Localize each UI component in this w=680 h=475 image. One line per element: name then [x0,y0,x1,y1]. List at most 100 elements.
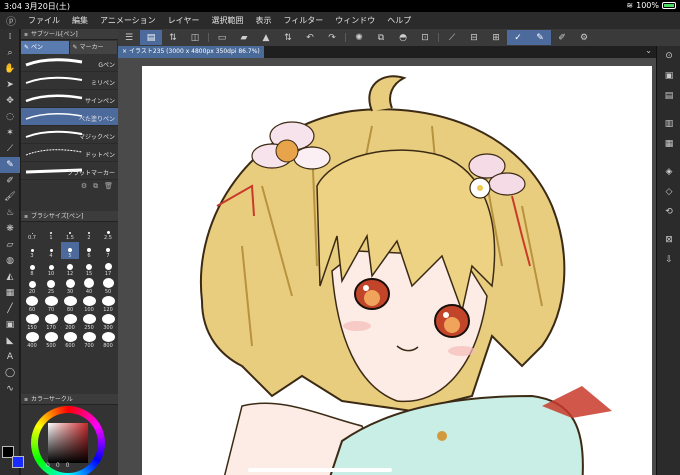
ruler-tool-icon[interactable]: ◣ [0,333,20,349]
new-document-icon[interactable]: ▭ [211,30,233,45]
transform-icon[interactable]: ⊡ [414,30,436,45]
import-icon[interactable]: ⇩ [657,250,680,270]
stepper-icon[interactable]: ⇅ [162,30,184,45]
hand-icon[interactable]: ✋ [0,61,20,77]
menu-selection[interactable]: 選択範囲 [205,15,249,26]
brush-size-option[interactable]: 120 [99,296,117,313]
transform-panel-icon[interactable]: ⊠ [657,230,680,250]
gradient-icon[interactable]: ▦ [0,285,20,301]
chevron-down-icon[interactable]: ⌄ [645,46,652,55]
brush-size-option[interactable]: 400 [23,332,41,349]
fill-bucket-icon[interactable]: ◭ [0,269,20,285]
brush-size-option[interactable]: 40 [80,278,98,295]
airbrush-icon[interactable]: ♨ [0,205,20,221]
brush-size-option[interactable]: 8 [23,260,41,277]
material-icon[interactable]: ▥ [657,114,680,134]
copy-layer-icon[interactable]: ⧉ [370,30,392,45]
brush-size-option[interactable]: 20 [23,278,41,295]
brush-size-option[interactable]: 50 [99,278,117,295]
eraser-icon[interactable]: ▱ [0,237,20,253]
brush-size-option[interactable]: 0.7 [23,224,41,241]
brush-size-option[interactable]: 1.5 [61,224,79,241]
drawing-canvas[interactable] [142,66,652,475]
layer-search-icon[interactable]: ◇ [657,182,680,202]
brush-size-option[interactable]: 80 [61,296,79,313]
sub-view-icon[interactable]: ▣ [657,66,680,86]
brush-size-option[interactable]: 30 [61,278,79,295]
stabilizer-icon[interactable]: ✓ [507,30,529,45]
layers-icon[interactable]: ◈ [657,162,680,182]
menu-filter[interactable]: フィルター [277,15,329,26]
pen-pressure-icon[interactable]: ✎ [529,30,551,45]
hamburger-menu-icon[interactable]: ☰ [118,30,140,45]
figure-icon[interactable]: ╱ [0,301,20,317]
sub-color-swatch[interactable] [12,456,24,468]
blend-icon[interactable]: ◍ [0,253,20,269]
brush-size-option[interactable]: 15 [80,260,98,277]
loading-icon[interactable]: ✺ [348,30,370,45]
undo-icon[interactable]: ↶ [299,30,321,45]
brush-item[interactable]: マジックペン [21,126,118,144]
brush-size-option[interactable]: 600 [61,332,79,349]
brush-size-option[interactable]: 250 [80,314,98,331]
brush-size-option[interactable]: 2.5 [99,224,117,241]
brush-item[interactable]: Gペン [21,54,118,72]
brush-size-option[interactable]: 5 [61,242,79,259]
brush-size-option[interactable]: 1 [42,224,60,241]
tool-property-icon[interactable]: ▦ [657,134,680,154]
decoration-icon[interactable]: ❋ [0,221,20,237]
eyedropper-icon[interactable]: ⟋ [0,141,20,157]
toggle-view-icon[interactable]: ◫ [184,30,206,45]
settings-icon[interactable]: ⚙ [573,30,595,45]
brush-item-selected[interactable]: べた塗りペン [21,108,118,126]
brush-icon[interactable]: 🖌 [0,189,20,205]
grid-snap-icon[interactable]: ⊞ [485,30,507,45]
brush-size-option[interactable]: 150 [23,314,41,331]
pencil-icon[interactable]: ✐ [0,173,20,189]
frame-icon[interactable]: ▣ [0,317,20,333]
menu-edit[interactable]: 編集 [66,15,94,26]
correct-line-icon[interactable]: ∿ [0,381,20,397]
quick-access-icon[interactable]: ▤ [140,30,162,45]
navigator-icon[interactable]: ⊙ [657,46,680,66]
fill-icon[interactable]: ◓ [392,30,414,45]
brush-size-option[interactable]: 4 [42,242,60,259]
brush-size-option[interactable]: 12 [61,260,79,277]
brush-size-option[interactable]: 6 [80,242,98,259]
canvas-area[interactable] [118,58,656,475]
settings-icon[interactable]: ⚙ [81,182,87,190]
brush-size-option[interactable]: 10 [42,260,60,277]
redo-icon[interactable]: ↷ [321,30,343,45]
home-indicator[interactable] [248,468,392,472]
app-logo-icon[interactable]: ⓟ [0,13,22,28]
saturation-value-square[interactable] [48,423,88,463]
brush-size-option[interactable]: 700 [80,332,98,349]
menu-view[interactable]: 表示 [249,15,277,26]
tab-pen[interactable]: ✎ ペン [21,41,70,54]
brush-size-option[interactable]: 200 [61,314,79,331]
brush-size-option[interactable]: 25 [42,278,60,295]
menu-file[interactable]: ファイル [22,15,66,26]
tab-marker[interactable]: ✎ マーカー [69,41,118,54]
close-tab-icon[interactable]: × [122,48,129,55]
layer-property-icon[interactable]: ▤ [657,86,680,106]
pen-tool-icon[interactable]: ✎ [0,157,20,173]
open-folder-icon[interactable]: ▰ [233,30,255,45]
brush-size-option[interactable]: 70 [42,296,60,313]
brush-item[interactable]: ドットペン [21,144,118,162]
menu-animation[interactable]: アニメーション [94,15,162,26]
brush-item[interactable]: ミリペン [21,72,118,90]
document-tab[interactable]: × イラスト235 (3000 x 4800px 350dpi 86.7%) [118,46,264,58]
save-icon[interactable]: ▲ [255,30,277,45]
brush-size-option[interactable]: 2 [80,224,98,241]
snap-icon[interactable]: ⊟ [463,30,485,45]
auto-select-icon[interactable]: ✶ [0,125,20,141]
operation-icon[interactable]: ➤ [0,77,20,93]
move-layer-icon[interactable]: ✥ [0,93,20,109]
delete-subtool-icon[interactable]: 🗑 [104,182,113,190]
brush-item[interactable]: フラットマーカー [21,162,118,180]
menu-window[interactable]: ウィンドウ [329,15,381,26]
history-icon[interactable]: ⟲ [657,202,680,222]
save-stepper-icon[interactable]: ⇅ [277,30,299,45]
menu-help[interactable]: ヘルプ [381,15,417,26]
